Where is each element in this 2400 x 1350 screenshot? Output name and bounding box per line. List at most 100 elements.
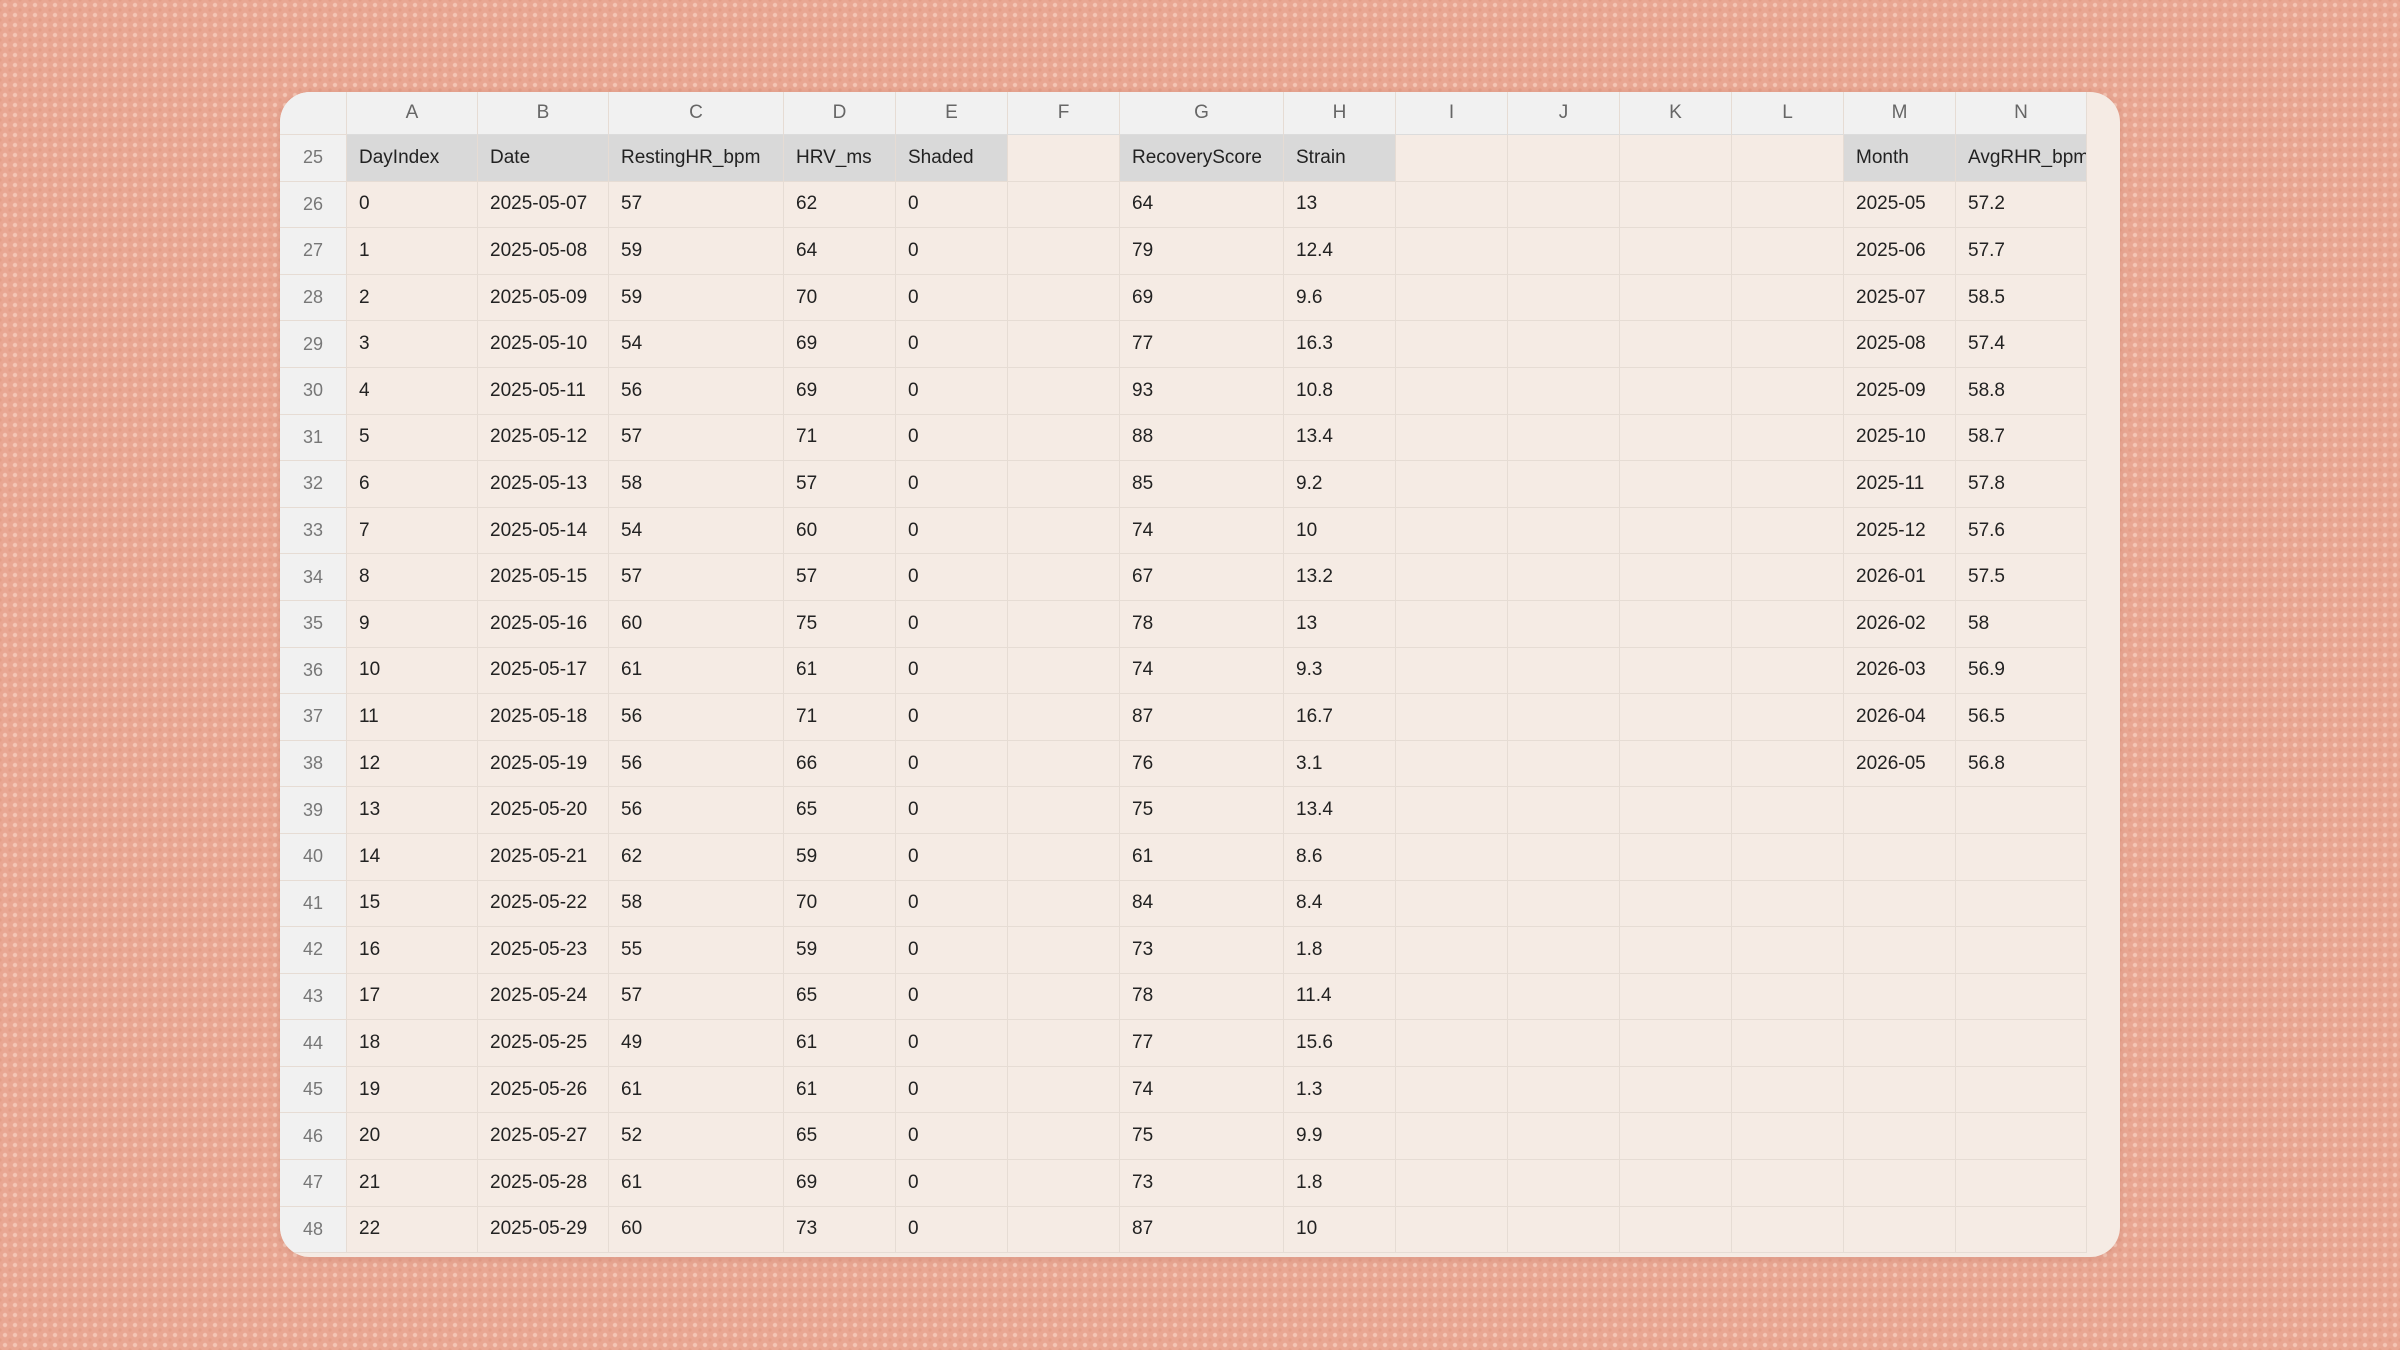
- cell-b[interactable]: 2025-05-17: [478, 647, 609, 695]
- cell-g[interactable]: 77: [1120, 1020, 1284, 1067]
- cell-d[interactable]: 60: [784, 507, 896, 555]
- cell-g[interactable]: 61: [1120, 833, 1284, 881]
- row-header[interactable]: 40: [280, 833, 347, 881]
- column-header-h[interactable]: H: [1284, 92, 1396, 135]
- cell-e[interactable]: 0: [896, 1160, 1008, 1207]
- cell-k[interactable]: [1620, 1160, 1732, 1207]
- cell-a[interactable]: 5: [347, 414, 478, 462]
- cell-a[interactable]: 15: [347, 880, 478, 928]
- cell-h[interactable]: 13: [1284, 600, 1396, 648]
- cell-c[interactable]: 54: [609, 321, 784, 368]
- column-header-g[interactable]: G: [1120, 92, 1284, 135]
- cell-g[interactable]: 74: [1120, 507, 1284, 555]
- cell-n[interactable]: 56.5: [1956, 694, 2087, 741]
- cell-e[interactable]: 0: [896, 554, 1008, 601]
- header-cell-h[interactable]: Strain: [1284, 135, 1396, 182]
- cell-j[interactable]: [1508, 1206, 1620, 1254]
- cell-c[interactable]: 59: [609, 274, 784, 322]
- cell-i[interactable]: [1396, 787, 1508, 834]
- cell-l[interactable]: [1732, 787, 1844, 834]
- cell-i[interactable]: [1396, 833, 1508, 881]
- cell-c[interactable]: 56: [609, 740, 784, 788]
- cell-e[interactable]: 0: [896, 367, 1008, 415]
- row-header[interactable]: 43: [280, 973, 347, 1021]
- cell-a[interactable]: 19: [347, 1066, 478, 1114]
- cell-f[interactable]: [1008, 647, 1120, 695]
- cell-c[interactable]: 57: [609, 973, 784, 1021]
- cell-f[interactable]: [1008, 1066, 1120, 1114]
- cell-j[interactable]: [1508, 833, 1620, 881]
- cell-h[interactable]: 9.3: [1284, 647, 1396, 695]
- cell-f[interactable]: [1008, 600, 1120, 648]
- cell-g[interactable]: 85: [1120, 461, 1284, 508]
- column-header-n[interactable]: N: [1956, 92, 2087, 135]
- row-header[interactable]: 28: [280, 274, 347, 322]
- cell-d[interactable]: 69: [784, 1160, 896, 1207]
- select-all-corner[interactable]: [280, 92, 347, 135]
- cell-l[interactable]: [1732, 228, 1844, 275]
- cell-l[interactable]: [1732, 367, 1844, 415]
- cell-m[interactable]: [1844, 973, 1956, 1021]
- cell-k[interactable]: [1620, 367, 1732, 415]
- cell-j[interactable]: [1508, 181, 1620, 229]
- cell-m[interactable]: 2025-05: [1844, 181, 1956, 229]
- cell-n[interactable]: [1956, 833, 2087, 881]
- cell-g[interactable]: 93: [1120, 367, 1284, 415]
- cell-c[interactable]: 49: [609, 1020, 784, 1067]
- cell-g[interactable]: 74: [1120, 647, 1284, 695]
- cell-n[interactable]: 56.8: [1956, 740, 2087, 788]
- cell-g[interactable]: 73: [1120, 927, 1284, 974]
- cell-e[interactable]: 0: [896, 1113, 1008, 1161]
- cell-d[interactable]: 61: [784, 647, 896, 695]
- cell-c[interactable]: 60: [609, 1206, 784, 1254]
- cell-b[interactable]: 2025-05-28: [478, 1160, 609, 1207]
- cell-a[interactable]: 2: [347, 274, 478, 322]
- cell-m[interactable]: 2026-01: [1844, 554, 1956, 601]
- cell-c[interactable]: 56: [609, 367, 784, 415]
- cell-f[interactable]: [1008, 507, 1120, 555]
- cell-g[interactable]: 64: [1120, 181, 1284, 229]
- cell-m[interactable]: [1844, 1160, 1956, 1207]
- cell-m[interactable]: [1844, 833, 1956, 881]
- cell-h[interactable]: 8.6: [1284, 833, 1396, 881]
- row-header[interactable]: 41: [280, 880, 347, 928]
- cell-e[interactable]: 0: [896, 647, 1008, 695]
- cell-b[interactable]: 2025-05-08: [478, 228, 609, 275]
- cell-d[interactable]: 62: [784, 181, 896, 229]
- cell-m[interactable]: [1844, 1206, 1956, 1254]
- cell-b[interactable]: 2025-05-16: [478, 600, 609, 648]
- cell-i[interactable]: [1396, 647, 1508, 695]
- cell-e[interactable]: 0: [896, 414, 1008, 462]
- row-header[interactable]: 26: [280, 181, 347, 229]
- cell-k[interactable]: [1620, 1113, 1732, 1161]
- cell-e[interactable]: 0: [896, 321, 1008, 368]
- cell-b[interactable]: 2025-05-22: [478, 880, 609, 928]
- cell-c[interactable]: 58: [609, 461, 784, 508]
- cell-k[interactable]: [1620, 1066, 1732, 1114]
- column-header-j[interactable]: J: [1508, 92, 1620, 135]
- cell-n[interactable]: [1956, 927, 2087, 974]
- cell-a[interactable]: 12: [347, 740, 478, 788]
- cell-k[interactable]: [1620, 600, 1732, 648]
- cell-d[interactable]: 66: [784, 740, 896, 788]
- row-header[interactable]: 45: [280, 1066, 347, 1114]
- cell-e[interactable]: 0: [896, 507, 1008, 555]
- cell-h[interactable]: 13.4: [1284, 414, 1396, 462]
- cell-l[interactable]: [1732, 1160, 1844, 1207]
- cell-n[interactable]: [1956, 1020, 2087, 1067]
- cell-k[interactable]: [1620, 973, 1732, 1021]
- row-header[interactable]: 44: [280, 1020, 347, 1067]
- cell-l[interactable]: [1732, 507, 1844, 555]
- column-header-l[interactable]: L: [1732, 92, 1844, 135]
- cell-h[interactable]: 9.2: [1284, 461, 1396, 508]
- cell-h[interactable]: 13: [1284, 181, 1396, 229]
- row-header[interactable]: 42: [280, 927, 347, 974]
- header-cell-d[interactable]: HRV_ms: [784, 135, 896, 182]
- cell-c[interactable]: 56: [609, 787, 784, 834]
- cell-f[interactable]: [1008, 740, 1120, 788]
- cell-c[interactable]: 61: [609, 1160, 784, 1207]
- row-header[interactable]: 27: [280, 228, 347, 275]
- cell-k[interactable]: [1620, 507, 1732, 555]
- cell-b[interactable]: 2025-05-11: [478, 367, 609, 415]
- header-cell-a[interactable]: DayIndex: [347, 135, 478, 182]
